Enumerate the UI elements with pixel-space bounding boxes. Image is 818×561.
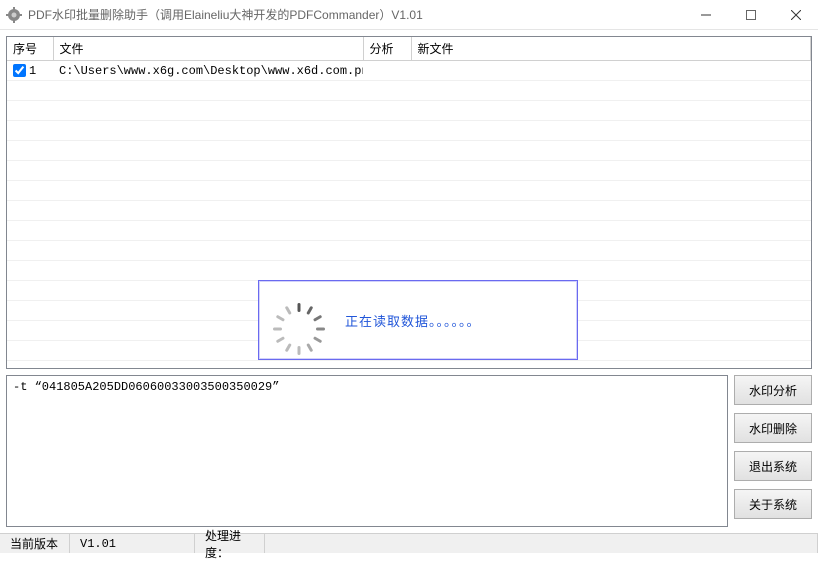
cell-num: 1 [7,61,53,81]
bottom-panel: -t “041805A205DD06060033003500350029” 水印… [6,375,812,527]
row-checkbox[interactable] [13,64,26,77]
log-line: -t “041805A205DD06060033003500350029” [13,380,721,394]
minimize-icon [701,10,711,20]
maximize-icon [746,10,756,20]
table-row [7,141,811,161]
spinner-icon [281,302,317,338]
col-header-num[interactable]: 序号 [7,37,53,61]
table-row [7,261,811,281]
cell-file: C:\Users\www.x6g.com\Desktop\www.x6d.com… [53,61,363,81]
title-bar: PDF水印批量删除助手（调用Elaineliu大神开发的PDFCommander… [0,0,818,30]
analyze-watermark-button[interactable]: 水印分析 [734,375,812,405]
exit-button[interactable]: 退出系统 [734,451,812,481]
table-header-row: 序号 文件 分析 新文件 [7,37,811,61]
table-row [7,81,811,101]
window-controls [683,0,818,29]
close-icon [791,10,801,20]
cell-analyze [363,61,411,81]
status-progress-label: 处理进度： [195,534,265,553]
close-button[interactable] [773,0,818,29]
status-progress-area [265,534,818,553]
col-header-analyze[interactable]: 分析 [363,37,411,61]
table-row [7,221,811,241]
button-column: 水印分析 水印删除 退出系统 关于系统 [734,375,812,527]
status-version-value: V1.01 [70,534,195,553]
about-button[interactable]: 关于系统 [734,489,812,519]
table-row [7,181,811,201]
delete-watermark-button[interactable]: 水印删除 [734,413,812,443]
minimize-button[interactable] [683,0,728,29]
loading-dialog: 正在读取数据。。。。。。 [258,280,578,360]
log-output[interactable]: -t “041805A205DD06060033003500350029” [6,375,728,527]
maximize-button[interactable] [728,0,773,29]
col-header-newfile[interactable]: 新文件 [411,37,811,61]
window-title: PDF水印批量删除助手（调用Elaineliu大神开发的PDFCommander… [28,6,683,23]
status-version-label: 当前版本 [0,534,70,553]
table-row [7,361,811,370]
row-num: 1 [29,64,36,78]
status-bar: 当前版本 V1.01 处理进度： [0,533,818,553]
table-row [7,161,811,181]
loading-text: 正在读取数据。。。。。。 [345,311,481,330]
table-row [7,101,811,121]
cell-newfile [411,61,811,81]
table-row [7,121,811,141]
col-header-file[interactable]: 文件 [53,37,363,61]
app-icon [6,7,22,23]
table-row [7,241,811,261]
table-row[interactable]: 1 C:\Users\www.x6g.com\Desktop\www.x6d.c… [7,61,811,81]
table-row [7,201,811,221]
